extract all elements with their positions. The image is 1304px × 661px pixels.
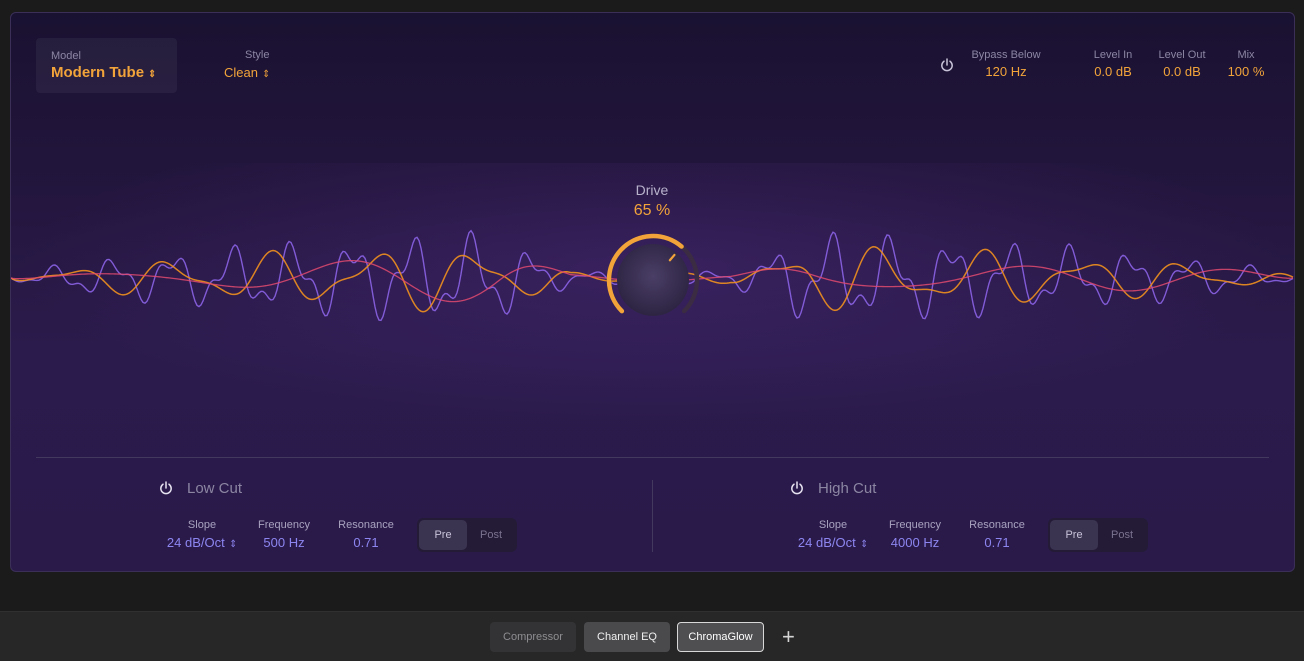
low-cut-resonance[interactable]: Resonance 0.71 — [331, 519, 401, 550]
level-out-control[interactable]: Level Out 0.0 dB — [1150, 49, 1214, 79]
high-cut-resonance-label: Resonance — [969, 519, 1025, 531]
drive-value: 65 % — [633, 202, 671, 219]
bypass-below-value: 120 Hz — [985, 64, 1027, 79]
mix-control[interactable]: Mix 100 % — [1221, 49, 1271, 79]
high-cut-slope-value: 24 dB/Oct — [797, 535, 856, 550]
style-label: Style — [245, 49, 270, 61]
low-cut-title: Low Cut — [187, 480, 243, 497]
style-selector[interactable]: Clean ⇕ — [224, 65, 270, 80]
chevron-updown-icon: ⇕ — [148, 69, 157, 80]
bypass-below-control[interactable]: Bypass Below 120 Hz — [966, 49, 1046, 79]
model-value-text: Modern Tube — [51, 64, 145, 81]
section-divider — [36, 457, 1269, 458]
high-cut-frequency-label: Frequency — [889, 519, 941, 531]
plus-icon[interactable]: + — [782, 626, 795, 648]
low-cut-slope-value-row: 24 dB/Oct ⇕ — [159, 535, 245, 550]
low-cut-post-button[interactable]: Post — [467, 520, 515, 550]
bypass-power-icon[interactable] — [939, 57, 955, 73]
low-cut-slope[interactable]: Slope 24 dB/Oct ⇕ — [159, 519, 245, 550]
level-out-value: 0.0 dB — [1163, 64, 1201, 79]
level-out-label: Level Out — [1158, 49, 1206, 61]
chevron-updown-icon: ⇕ — [229, 539, 237, 550]
model-label: Model — [51, 50, 81, 62]
high-cut-slope-value-row: 24 dB/Oct ⇕ — [790, 535, 876, 550]
tab-chromaglow[interactable]: ChromaGlow — [677, 622, 764, 652]
style-value: Clean — [224, 65, 258, 80]
low-cut-pre-button[interactable]: Pre — [419, 520, 467, 550]
high-cut-slope[interactable]: Slope 24 dB/Oct ⇕ — [790, 519, 876, 550]
high-cut-slope-label: Slope — [818, 519, 848, 531]
low-cut-power-icon[interactable] — [158, 480, 174, 496]
high-cut-frequency-value: 4000 Hz — [890, 535, 940, 550]
high-cut-pre-post-toggle[interactable]: Pre Post — [1048, 518, 1148, 552]
drive-knob[interactable] — [603, 230, 703, 330]
low-cut-slope-value: 24 dB/Oct — [166, 535, 225, 550]
high-cut-power-icon[interactable] — [789, 480, 805, 496]
tab-compressor[interactable]: Compressor — [490, 622, 576, 652]
chevron-updown-icon: ⇕ — [262, 69, 270, 80]
model-selector[interactable]: Model Modern Tube ⇕ — [36, 38, 177, 93]
high-cut-frequency[interactable]: Frequency 4000 Hz — [880, 519, 950, 550]
level-in-control[interactable]: Level In 0.0 dB — [1082, 49, 1144, 79]
tab-channel-eq[interactable]: Channel EQ — [584, 622, 670, 652]
level-in-label: Level In — [1093, 49, 1133, 61]
low-cut-frequency-label: Frequency — [258, 519, 310, 531]
high-cut-title: High Cut — [818, 480, 877, 497]
mix-value: 100 % — [1227, 64, 1265, 79]
low-cut-frequency[interactable]: Frequency 500 Hz — [251, 519, 317, 550]
filter-divider — [652, 480, 653, 552]
level-in-value: 0.0 dB — [1094, 64, 1132, 79]
low-cut-slope-label: Slope — [187, 519, 217, 531]
high-cut-pre-button[interactable]: Pre — [1050, 520, 1098, 550]
plugin-chain-bar: Compressor Channel EQ ChromaGlow + — [0, 611, 1304, 661]
chromaglow-plugin-panel: Model Modern Tube ⇕ Style Clean ⇕ Bypass B… — [10, 12, 1295, 572]
low-cut-resonance-label: Resonance — [338, 519, 394, 531]
high-cut-post-button[interactable]: Post — [1098, 520, 1146, 550]
mix-label: Mix — [1237, 49, 1255, 61]
high-cut-resonance[interactable]: Resonance 0.71 — [962, 519, 1032, 550]
high-cut-resonance-value: 0.71 — [984, 535, 1010, 550]
low-cut-resonance-value: 0.71 — [353, 535, 379, 550]
drive-label: Drive — [635, 182, 669, 198]
low-cut-pre-post-toggle[interactable]: Pre Post — [417, 518, 517, 552]
low-cut-frequency-value: 500 Hz — [263, 535, 305, 550]
model-value: Modern Tube ⇕ — [51, 64, 156, 81]
chevron-updown-icon: ⇕ — [860, 539, 868, 550]
bypass-below-label: Bypass Below — [971, 49, 1041, 61]
drive-knob-body — [617, 244, 689, 316]
